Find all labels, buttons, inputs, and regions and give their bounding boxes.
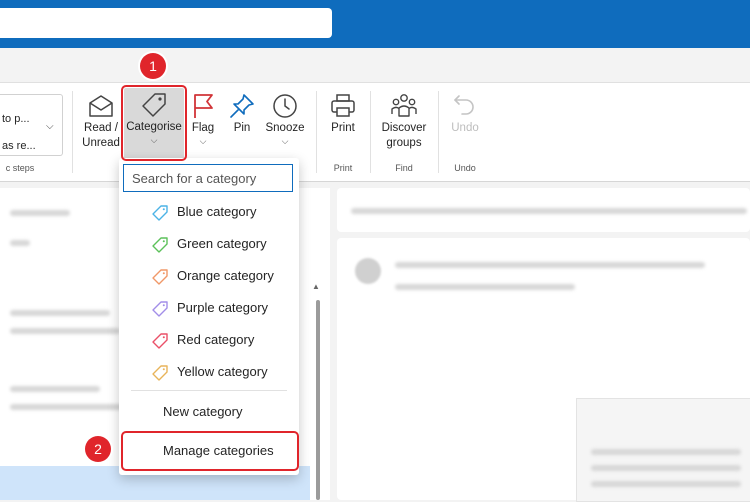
scroll-up-icon[interactable]: ▲: [312, 282, 320, 291]
find-group-label: Find: [395, 163, 413, 173]
category-item-orange[interactable]: Orange category: [119, 261, 299, 291]
printer-icon: [331, 94, 355, 117]
new-category-item[interactable]: New category: [163, 404, 242, 419]
category-search-input[interactable]: [123, 164, 293, 192]
category-label: Yellow category: [177, 364, 268, 379]
menu-divider: [131, 390, 287, 391]
message-list-scrollbar[interactable]: [316, 300, 320, 500]
category-item-green[interactable]: Green category: [119, 229, 299, 259]
envelope-open-icon: [89, 95, 113, 117]
discover-groups-label: Discover: [381, 122, 427, 134]
chevron-down-icon[interactable]: ⌵: [46, 121, 54, 132]
message-subject-bar: [337, 188, 750, 232]
pin-button[interactable]: Pin: [227, 85, 257, 136]
ribbon: to p... as re... ⌵ c steps Read / Unread…: [0, 82, 750, 182]
category-label: Purple category: [177, 300, 269, 315]
email-body-card: [576, 398, 750, 502]
ribbon-separator: [72, 91, 73, 173]
sender-logo-image: [590, 342, 596, 373]
discover-groups-button[interactable]: Discover groups: [378, 85, 430, 151]
category-item-red[interactable]: Red category: [119, 325, 299, 355]
tag-icon: [152, 333, 168, 349]
undo-button[interactable]: Undo: [448, 85, 482, 136]
tag-icon: [152, 365, 168, 381]
category-item-purple[interactable]: Purple category: [119, 293, 299, 323]
print-label: Print: [331, 122, 355, 134]
undo-icon: [454, 95, 474, 115]
chevron-down-icon: ⌵: [199, 136, 207, 146]
step2-highlight: [121, 431, 299, 471]
step2-badge: 2: [85, 436, 111, 462]
flag-icon: [194, 94, 213, 118]
email-greeting-image: [590, 414, 596, 437]
undo-label: Undo: [451, 122, 479, 134]
snooze-label: Snooze: [265, 122, 305, 134]
step1-highlight: [121, 85, 187, 161]
clock-icon: [273, 94, 297, 118]
sender-avatar: [355, 258, 381, 284]
global-search-input[interactable]: [0, 8, 332, 38]
category-item-yellow[interactable]: Yellow category: [119, 357, 299, 387]
quick-step-item[interactable]: as re...: [2, 140, 36, 152]
tag-icon: [152, 269, 168, 285]
undo-group-label: Undo: [454, 163, 476, 173]
category-label: Orange category: [177, 268, 274, 283]
step1-badge: 1: [140, 53, 166, 79]
category-item-blue[interactable]: Blue category: [119, 197, 299, 227]
ribbon-separator: [438, 91, 439, 173]
print-button[interactable]: Print: [326, 85, 360, 136]
flag-button[interactable]: Flag ⌵: [188, 85, 218, 146]
category-label: Red category: [177, 332, 255, 347]
read-unread-label: Read /: [84, 122, 118, 134]
print-group-label: Print: [333, 163, 353, 173]
category-label: Green category: [177, 236, 267, 251]
tag-icon: [152, 205, 168, 221]
snooze-button[interactable]: Snooze ⌵: [262, 85, 308, 146]
ribbon-separator: [316, 91, 317, 173]
discover-groups-label: groups: [386, 137, 422, 149]
read-unread-label: Unread: [82, 137, 120, 149]
pin-label: Pin: [233, 122, 251, 134]
category-label: Blue category: [177, 204, 257, 219]
tag-icon: [152, 301, 168, 317]
flag-label: Flag: [191, 122, 215, 134]
chevron-down-icon: ⌵: [281, 136, 289, 146]
quick-steps-group-label: c steps: [5, 163, 35, 173]
people-icon: [391, 94, 417, 117]
pin-icon: [230, 94, 254, 118]
title-bar: [0, 0, 750, 48]
ribbon-separator: [370, 91, 371, 173]
quick-step-item[interactable]: to p...: [2, 113, 30, 125]
read-unread-button[interactable]: Read / Unread: [79, 85, 123, 151]
tag-icon: [152, 237, 168, 253]
categorise-menu: Blue category Green category Orange cate…: [119, 158, 299, 475]
